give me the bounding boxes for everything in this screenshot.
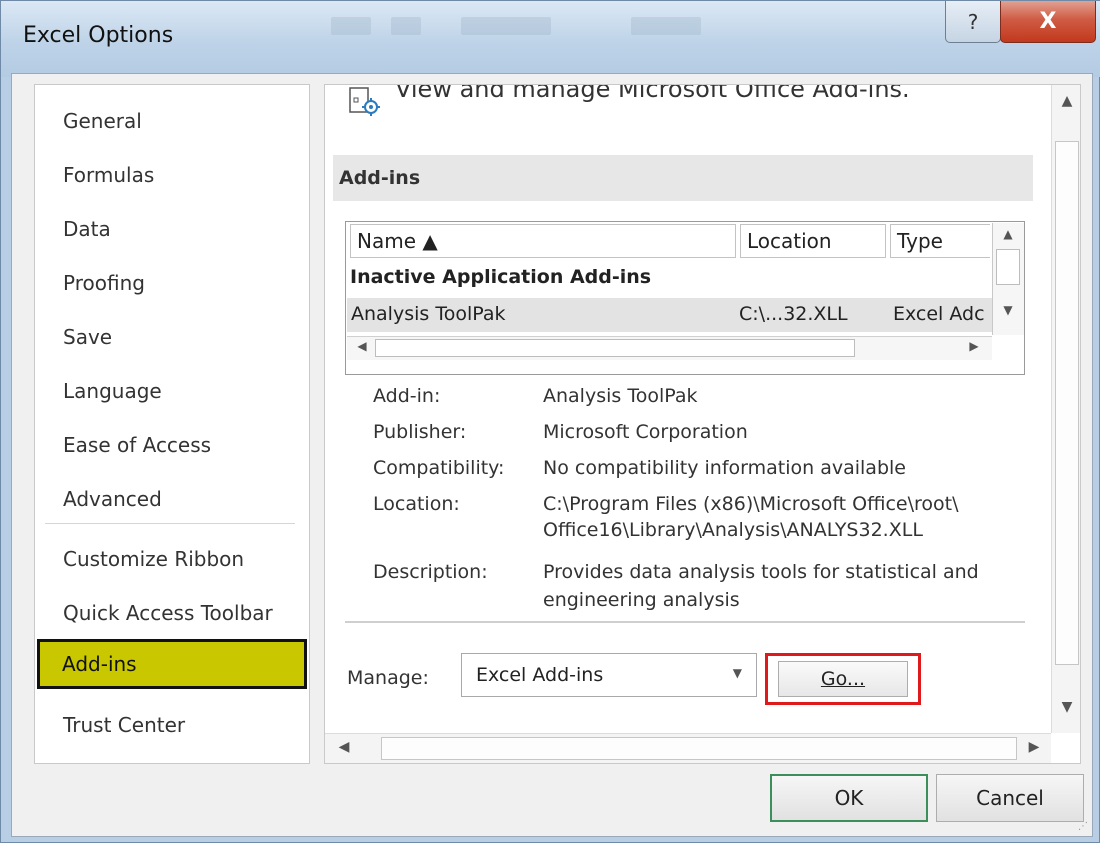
dialog-client-area: General Formulas Data Proofing Save Lang… xyxy=(11,73,1093,837)
background-ribbon-ghost xyxy=(331,11,891,41)
manage-dropdown[interactable]: Excel Add-ins ▼ xyxy=(461,653,757,697)
scroll-left-icon[interactable]: ◀ xyxy=(347,339,377,353)
nav-item-label: Proofing xyxy=(63,271,145,295)
compatibility-label: Compatibility: xyxy=(373,457,505,479)
publisher-label: Publisher: xyxy=(373,421,467,443)
pane-scroll-thumb[interactable] xyxy=(1055,141,1079,665)
content-pane: View and manage Microsoft Office Add-ins… xyxy=(324,84,1081,764)
close-button[interactable]: X xyxy=(1000,1,1096,43)
description-value-line2: engineering analysis xyxy=(543,589,740,611)
list-vertical-scrollbar[interactable]: ▲ ▼ xyxy=(992,223,1024,335)
column-header-name[interactable]: Name ▲ xyxy=(350,224,736,258)
location-label: Location: xyxy=(373,493,460,515)
window-title: Excel Options xyxy=(23,23,174,48)
nav-item-add-ins[interactable]: Add-ins xyxy=(37,639,307,689)
scroll-right-icon[interactable]: ▶ xyxy=(1019,739,1049,755)
nav-item-label: Advanced xyxy=(63,487,162,511)
nav-item-ease-of-access[interactable]: Ease of Access xyxy=(41,423,303,467)
addins-gear-icon xyxy=(349,87,383,121)
publisher-value: Microsoft Corporation xyxy=(543,421,748,443)
nav-item-data[interactable]: Data xyxy=(41,207,303,251)
chevron-down-icon: ▼ xyxy=(732,666,742,680)
go-button-label: Go... xyxy=(820,668,866,690)
go-button[interactable]: Go... xyxy=(765,653,921,705)
scroll-right-icon[interactable]: ▶ xyxy=(959,339,989,353)
manage-selected-value: Excel Add-ins xyxy=(476,664,604,686)
list-horizontal-scrollbar[interactable]: ◀ ▶ xyxy=(347,336,992,360)
addin-label: Add-in: xyxy=(373,385,441,407)
pane-hscroll-thumb[interactable] xyxy=(381,737,1017,760)
cancel-button[interactable]: Cancel xyxy=(936,774,1084,822)
cancel-button-label: Cancel xyxy=(976,786,1044,810)
nav-item-label: Add-ins xyxy=(62,652,137,676)
list-scroll-thumb[interactable] xyxy=(996,249,1020,285)
page-header: View and manage Microsoft Office Add-ins… xyxy=(395,84,910,103)
nav-item-proofing[interactable]: Proofing xyxy=(41,261,303,305)
addin-value: Analysis ToolPak xyxy=(543,385,698,407)
scroll-left-icon[interactable]: ◀ xyxy=(329,739,359,755)
nav-item-label: Quick Access Toolbar xyxy=(63,601,273,625)
nav-item-language[interactable]: Language xyxy=(41,369,303,413)
resize-grip-icon[interactable]: ⋰ xyxy=(1078,821,1088,832)
nav-item-quick-access-toolbar[interactable]: Quick Access Toolbar xyxy=(41,591,303,635)
nav-item-label: General xyxy=(63,109,142,133)
addins-list[interactable]: Name ▲ Location Type Inactive Applicatio… xyxy=(345,221,1025,375)
nav-item-general[interactable]: General xyxy=(41,99,303,143)
nav-item-trust-center[interactable]: Trust Center xyxy=(41,703,303,747)
ok-button[interactable]: OK xyxy=(770,774,928,822)
pane-horizontal-scrollbar[interactable]: ◀ ▶ xyxy=(325,733,1051,763)
scroll-down-icon[interactable]: ▼ xyxy=(993,303,1023,317)
nav-item-label: Save xyxy=(63,325,113,349)
excel-options-window: Excel Options ? X General Formulas Data … xyxy=(0,0,1100,843)
close-icon: X xyxy=(1039,9,1057,34)
row-type: Excel Adc xyxy=(893,303,985,325)
ok-button-label: OK xyxy=(834,786,864,810)
location-value-line2: Office16\Library\Analysis\ANALYS32.XLL xyxy=(543,519,923,541)
location-value-line1: C:\Program Files (x86)\Microsoft Office\… xyxy=(543,493,959,515)
description-label: Description: xyxy=(373,561,488,583)
manage-label: Manage: xyxy=(347,667,429,689)
column-header-location[interactable]: Location xyxy=(740,224,886,258)
pane-vertical-scrollbar[interactable]: ▲ ▼ xyxy=(1051,85,1080,733)
column-header-type[interactable]: Type xyxy=(890,224,990,258)
compatibility-value: No compatibility information available xyxy=(543,457,906,479)
nav-item-advanced[interactable]: Advanced xyxy=(41,477,303,521)
scroll-up-icon[interactable]: ▲ xyxy=(993,227,1023,241)
description-value-line1: Provides data analysis tools for statist… xyxy=(543,561,979,583)
list-item[interactable]: Analysis ToolPak C:\...32.XLL Excel Adc xyxy=(347,298,992,332)
nav-item-label: Trust Center xyxy=(63,713,186,737)
nav-item-formulas[interactable]: Formulas xyxy=(41,153,303,197)
category-nav: General Formulas Data Proofing Save Lang… xyxy=(34,84,310,764)
row-name: Analysis ToolPak xyxy=(351,303,506,325)
row-location: C:\...32.XLL xyxy=(739,303,848,325)
nav-item-label: Language xyxy=(63,379,162,403)
scroll-down-icon[interactable]: ▼ xyxy=(1052,699,1080,715)
nav-item-label: Data xyxy=(63,217,111,241)
list-hscroll-thumb[interactable] xyxy=(375,339,855,357)
nav-item-label: Ease of Access xyxy=(63,433,212,457)
title-bar[interactable]: Excel Options ? X xyxy=(1,1,1100,77)
help-button[interactable]: ? xyxy=(945,1,1001,43)
nav-divider xyxy=(45,523,295,524)
section-divider xyxy=(345,621,1025,623)
group-header: Inactive Application Add-ins xyxy=(350,266,652,288)
nav-item-save[interactable]: Save xyxy=(41,315,303,359)
nav-item-customize-ribbon[interactable]: Customize Ribbon xyxy=(41,537,303,581)
help-icon: ? xyxy=(967,9,979,34)
nav-item-label: Formulas xyxy=(63,163,155,187)
scroll-up-icon[interactable]: ▲ xyxy=(1052,93,1080,109)
section-title: Add-ins xyxy=(333,155,1033,201)
nav-item-label: Customize Ribbon xyxy=(63,547,245,571)
